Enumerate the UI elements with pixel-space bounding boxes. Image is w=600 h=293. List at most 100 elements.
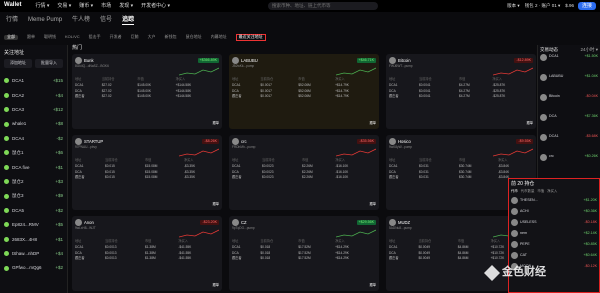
topbar-item[interactable]: $.96: [565, 3, 574, 8]
token-name[interactable]: CZ: [241, 220, 247, 225]
nav-item[interactable]: 赚币 ▾: [79, 3, 93, 9]
wallet-name: 鼠仓2: [12, 179, 24, 185]
wallet-row[interactable]: DCA5 +$2: [4, 203, 63, 217]
filter-chip[interactable]: 最近关注地址: [235, 34, 266, 41]
wallet-row[interactable]: Ep824...RMV +$5: [4, 218, 63, 232]
top20-tab[interactable]: 市值: [537, 189, 544, 193]
subnav-tab[interactable]: 牛人榜: [72, 17, 90, 24]
token-name[interactable]: Anon: [84, 220, 94, 225]
filter-chip[interactable]: 大户: [148, 34, 156, 40]
period-select[interactable]: 24小时 ▾: [580, 47, 598, 52]
wallet-row[interactable]: DCA1 +$15: [4, 74, 63, 88]
subnav-tab[interactable]: 行情: [6, 17, 18, 24]
top20-row[interactable]: USELESS -$0.18K: [511, 217, 597, 228]
subnav-tab[interactable]: 追踪: [122, 17, 135, 26]
token-name[interactable]: Hosico: [398, 139, 411, 144]
table-row[interactable]: 跟庄者 $0.0013 $1.38M -$41.55K: [75, 256, 219, 262]
batch-import-button[interactable]: 批量导入: [35, 59, 63, 68]
copy-trade-button[interactable]: 跟单: [213, 283, 219, 288]
trade-row[interactable]: Bitcoin -$0.04K: [540, 94, 598, 114]
copy-trade-button[interactable]: 跟单: [370, 202, 376, 207]
token-avatar-icon: [389, 138, 396, 145]
top20-tab[interactable]: 代币: [511, 189, 518, 193]
top20-row[interactable]: CAT +$0.64K: [511, 250, 597, 261]
top20-row[interactable]: ACHI +$0.36K: [511, 206, 597, 217]
nav-item[interactable]: 发现 ▾: [119, 3, 133, 9]
filter-chip[interactable]: 巨鲸: [131, 34, 139, 40]
wallet-row[interactable]: tShaw...nhDP +$4: [4, 246, 63, 260]
top20-row[interactable]: nem +$2.14K: [511, 228, 597, 239]
wallet-row[interactable]: DCA4 -$2: [4, 131, 63, 145]
top-right: 版本 ▾ 钱包 2 · 账户 01 ▾ $.96: [507, 3, 574, 8]
token-card[interactable]: Bunk +$366.89K 8Gk4Q...dNaSZ...BGK6 地址 当前持仓市…: [72, 54, 222, 129]
top20-row[interactable]: PEPE +$0.85K: [511, 239, 597, 250]
wallet-value: +$2: [55, 265, 63, 271]
filter-chip[interactable]: 鼠仓地址: [186, 34, 202, 40]
filter-chip[interactable]: 新钱包: [165, 34, 177, 40]
connect-button[interactable]: 连接: [577, 2, 596, 10]
wallet-row[interactable]: 2683X...4H8 +$1: [4, 232, 63, 246]
trade-row[interactable]: LABUBU +$1.04K: [540, 74, 598, 94]
nav-item[interactable]: 市场: [101, 3, 111, 9]
topbar-item[interactable]: 版本 ▾: [507, 3, 520, 8]
token-card[interactable]: LABUBU +$46.71K JB2wKk...pump 地址 当前持仓 市值 净买入 DC…: [229, 54, 379, 129]
wallet-row[interactable]: 鼠仓2 +$3: [4, 175, 63, 189]
trade-row[interactable]: crc +$0.26K: [540, 154, 598, 174]
token-name[interactable]: MUDZ: [398, 220, 410, 225]
token-card[interactable]: CZ +$29.56K 9pTqDG...pump 地址 当前持仓 市值 净买入 DCA1 $0…: [229, 216, 379, 291]
search-input[interactable]: 搜索币种、地址、链上代币等: [268, 2, 378, 10]
copy-trade-button[interactable]: 跟单: [370, 121, 376, 126]
nav-item[interactable]: 开发者中心 ▾: [141, 3, 170, 9]
token-card[interactable]: Anon -$23.20K 9wLxH8...WJT 地址 当前持仓 市值 净买入 DCA1 $…: [72, 216, 222, 291]
table-cell: $27.02: [101, 94, 112, 99]
token-name[interactable]: STARTUP: [84, 139, 103, 144]
copy-trade-button[interactable]: 跟单: [370, 283, 376, 288]
table-cell: $0.0023: [262, 175, 274, 180]
wallet-row[interactable]: DCA2 +$4: [4, 88, 63, 102]
trade-row[interactable]: DCA1 +$1.50K: [540, 54, 598, 74]
table-row[interactable]: 跟庄者 $0.018 $17.52M +$14.29K: [232, 256, 376, 262]
copy-trade-button[interactable]: 跟单: [213, 202, 219, 207]
token-card[interactable]: Bitcoin -$12.89K FWJ6WT...pump 地址 当前持仓 市值 净买入 D…: [386, 54, 536, 129]
copy-trade-button[interactable]: 跟单: [527, 121, 533, 126]
top20-row[interactable]: THESEN... +$1.20K: [511, 195, 597, 206]
trade-value: -$5.68K: [585, 134, 598, 139]
wallet-row[interactable]: whale1 +$8: [4, 117, 63, 131]
filter-chip[interactable]: 内幕地址: [211, 34, 227, 40]
table-row[interactable]: 跟庄者 $0.015 $15.08M -$3.35K: [75, 175, 219, 181]
topbar-item[interactable]: 钱包 2 · 账户 01 ▾: [525, 3, 561, 8]
wallet-row[interactable]: DCA five +$1: [4, 160, 63, 174]
token-card[interactable]: STARTUP -$8.26K 97PNAU...pbvy 地址 当前持仓 市值 净买入 DC…: [72, 135, 222, 210]
top20-tabs: 代币 代币数量 市值 净买入: [511, 189, 597, 193]
token-name[interactable]: LABUBU: [241, 58, 258, 63]
nav-item[interactable]: 行情 ▾: [35, 3, 49, 9]
nav-item[interactable]: 交易 ▾: [57, 3, 71, 9]
filter-chip[interactable]: 聪明钱: [44, 34, 56, 40]
token-name[interactable]: Bunk: [84, 58, 94, 63]
filter-chip[interactable]: 跟单: [27, 34, 35, 40]
filter-chip[interactable]: 开发者: [110, 34, 122, 40]
top20-tab[interactable]: 代币数量: [521, 189, 535, 193]
token-name[interactable]: crc: [241, 139, 247, 144]
table-row[interactable]: 跟庄者 $0.0017 $52.06M +$14.79K: [232, 94, 376, 100]
filter-chip[interactable]: 狙击手: [89, 34, 101, 40]
wallet-row[interactable]: DCA3 +$12: [4, 103, 63, 117]
top20-tab[interactable]: 净买入: [547, 189, 557, 193]
table-row[interactable]: 跟庄者 $0.0041 $4.27M -$25.87K: [389, 94, 533, 100]
table-row[interactable]: 跟庄者 $0.0023 $2.26M -$16.10K: [232, 175, 376, 181]
token-name[interactable]: Bitcoin: [398, 58, 411, 63]
table-row[interactable]: 跟庄者 $27.02 $145.00K +$144.58K: [75, 94, 219, 100]
wallet-row[interactable]: 鼠仓3 +$9: [4, 189, 63, 203]
filter-chip[interactable]: KOL/VC: [65, 34, 80, 40]
subnav-tab[interactable]: Meme Pump: [28, 17, 62, 24]
wallet-row[interactable]: GPfwo...mQg6 +$2: [4, 261, 63, 275]
subnav-tab[interactable]: 信号: [100, 17, 112, 24]
trade-row[interactable]: DCA1 -$5.68K: [540, 134, 598, 154]
copy-trade-button[interactable]: 跟单: [213, 121, 219, 126]
wallet-logo[interactable]: Wallet: [4, 2, 21, 9]
trade-row[interactable]: DCA +$7.36K: [540, 114, 598, 134]
add-address-button[interactable]: 添加地址: [4, 59, 32, 68]
filter-chip[interactable]: 全部: [4, 34, 18, 40]
token-card[interactable]: crc -$35.56K FRDhMh...pump 地址 当前持仓 市值 净买入 DCA1 $…: [229, 135, 379, 210]
wallet-row[interactable]: 鼠仓1 +$6: [4, 146, 63, 160]
